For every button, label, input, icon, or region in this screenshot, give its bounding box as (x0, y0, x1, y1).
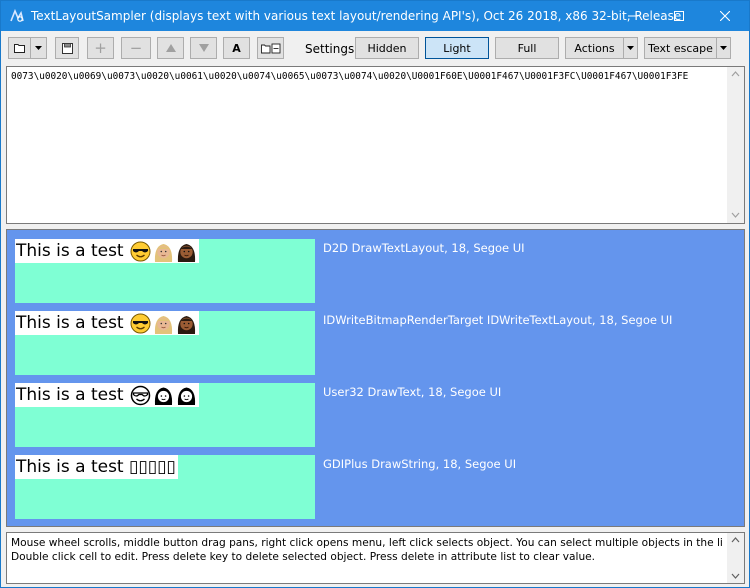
chevron-down-icon (720, 46, 727, 50)
help-text-box[interactable]: Mouse wheel scrolls, middle button drag … (6, 532, 745, 584)
folder-list-icon (260, 43, 280, 53)
girl-outline-emoji-icon (176, 385, 197, 406)
sample-cell-idwrite[interactable]: This is a test (15, 311, 315, 375)
minimize-button[interactable] (610, 1, 656, 31)
sample-text-d2d: This is a test (15, 239, 199, 263)
smiling-sunglasses-outline-emoji-icon (130, 385, 151, 406)
text-escape-button[interactable]: Text escape (644, 37, 716, 59)
text-editor[interactable]: 0073\u0020\u0069\u0073\u0020\u0061\u0020… (6, 66, 745, 224)
sample-label-user32: User32 DrawText, 18, Segoe UI (323, 385, 502, 399)
sample-label-gdiplus: GDIPlus DrawString, 18, Segoe UI (323, 457, 517, 471)
editor-text[interactable]: 0073\u0020\u0069\u0073\u0020\u0061\u0020… (11, 71, 725, 82)
toolbar: + − A Settings: Hidden Light Full Action… (1, 31, 749, 65)
close-icon (720, 11, 730, 21)
help-text: Mouse wheel scrolls, middle button drag … (11, 536, 723, 564)
light-button[interactable]: Light (425, 37, 489, 59)
folder-list-button[interactable] (257, 37, 284, 59)
sample-cell-d2d[interactable]: This is a test (15, 239, 315, 303)
help-scrollbar[interactable] (727, 533, 744, 583)
editor-scrollbar[interactable] (727, 67, 744, 223)
smiling-sunglasses-emoji-icon (130, 313, 151, 334)
scroll-down-icon (731, 212, 740, 218)
app-icon (9, 8, 25, 24)
sample-cell-user32[interactable]: This is a test (15, 383, 315, 447)
sample-cell-gdiplus[interactable]: This is a test ▯▯▯▯▯ (15, 455, 315, 519)
actions-dropdown-button[interactable] (623, 37, 638, 59)
actions-button[interactable]: Actions (565, 37, 623, 59)
scroll-down-icon (731, 573, 740, 579)
hidden-button[interactable]: Hidden (355, 37, 419, 59)
open-dropdown-button[interactable] (30, 37, 47, 59)
triangle-up-icon (165, 44, 176, 52)
move-up-button[interactable] (157, 37, 184, 59)
sample-text-user32: This is a test (15, 383, 199, 407)
scroll-up-icon (731, 537, 740, 543)
triangle-down-icon (198, 44, 209, 52)
title-bar[interactable]: TextLayoutSampler (displays text with va… (1, 1, 749, 31)
save-button[interactable] (55, 37, 79, 59)
chevron-down-icon (627, 46, 634, 50)
help-text-line: Mouse wheel scrolls, middle button drag … (11, 537, 723, 549)
text-escape-dropdown-button[interactable] (716, 37, 731, 59)
zoom-out-button[interactable]: − (121, 37, 151, 59)
girl-medium-dark-emoji-icon (176, 241, 197, 262)
folder-icon (13, 44, 25, 53)
zoom-in-button[interactable]: + (87, 37, 114, 59)
scroll-up-icon (731, 71, 740, 77)
app-window: TextLayoutSampler (displays text with va… (0, 0, 750, 588)
full-button[interactable]: Full (495, 37, 559, 59)
settings-label: Settings: (305, 42, 359, 56)
sample-label-d2d: D2D DrawTextLayout, 18, Segoe UI (323, 241, 525, 255)
chevron-down-icon (35, 46, 42, 50)
girl-medium-dark-emoji-icon (176, 313, 197, 334)
window-title: TextLayoutSampler (displays text with va… (31, 9, 682, 23)
girl-medium-light-emoji-icon (153, 313, 174, 334)
open-button[interactable] (8, 37, 30, 59)
maximize-icon (674, 11, 684, 21)
render-preview-area[interactable]: This is a test D2D DrawTextLayout, 18, S… (6, 229, 745, 527)
minimize-icon (628, 15, 638, 17)
sample-text-gdiplus: This is a test ▯▯▯▯▯ (15, 455, 178, 479)
maximize-button[interactable] (656, 1, 702, 31)
font-button[interactable]: A (223, 37, 250, 59)
save-icon (61, 42, 73, 54)
close-button[interactable] (702, 1, 748, 31)
girl-outline-emoji-icon (153, 385, 174, 406)
sample-label-idwrite: IDWriteBitmapRenderTarget IDWriteTextLay… (323, 313, 673, 327)
move-down-button[interactable] (190, 37, 217, 59)
help-text-line: Double click cell to edit. Press delete … (11, 551, 596, 563)
sample-text-idwrite: This is a test (15, 311, 199, 335)
girl-medium-light-emoji-icon (153, 241, 174, 262)
smiling-sunglasses-emoji-icon (130, 241, 151, 262)
